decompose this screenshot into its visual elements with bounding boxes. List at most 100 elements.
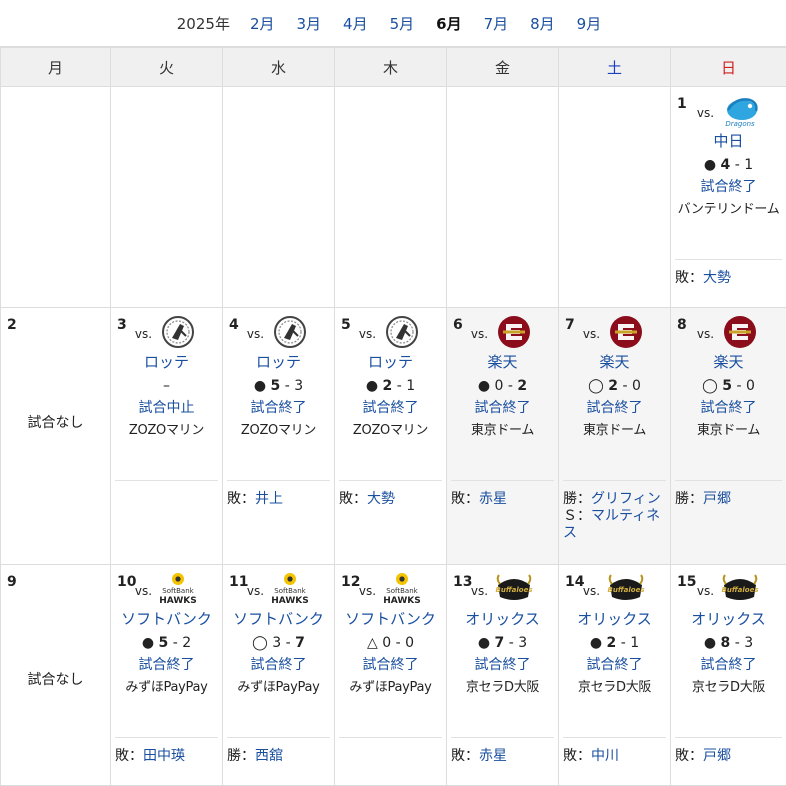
- pitcher-name-link[interactable]: 大勢: [703, 270, 731, 286]
- score-separator: -: [509, 635, 514, 651]
- result-icon: ●: [704, 157, 716, 173]
- opponent-team-link[interactable]: ロッテ: [111, 352, 222, 372]
- pitcher-label: 敗：: [339, 491, 367, 507]
- game-status-link[interactable]: 試合終了: [559, 398, 670, 418]
- day-cell-sat: 14vs. Buffaloes オリックス● 2 - 1試合終了京セラD大阪敗：…: [559, 565, 671, 786]
- game-status-link[interactable]: 試合終了: [671, 655, 786, 675]
- opponent-line: vs. SoftBank HAWKS: [111, 571, 222, 607]
- opponent-team-link[interactable]: オリックス: [671, 609, 786, 629]
- month-link-apr[interactable]: 4月: [343, 13, 368, 34]
- game-info: vs. Buffaloes オリックス● 2 - 1試合終了京セラD大阪: [559, 571, 670, 697]
- game-status-link[interactable]: 試合終了: [223, 655, 334, 675]
- game-status-link[interactable]: 試合終了: [447, 398, 558, 418]
- month-link-mar[interactable]: 3月: [297, 13, 322, 34]
- game-status-link[interactable]: 試合終了: [671, 177, 786, 197]
- pitcher-name-link[interactable]: 大勢: [367, 491, 395, 507]
- score-home: 2: [383, 378, 393, 394]
- no-game-label: 試合なし: [1, 669, 110, 689]
- venue-label: みずほPayPay: [223, 679, 334, 697]
- score-away: 0: [632, 378, 641, 394]
- venue-label: ZOZOマリン: [223, 422, 334, 440]
- score-away: 3: [744, 635, 753, 651]
- day-cell-sun: 15vs. Buffaloes オリックス● 8 - 3試合終了京セラD大阪敗：…: [671, 565, 786, 786]
- venue-label: ZOZOマリン: [335, 422, 446, 440]
- day-cell-mon: 9試合なし: [1, 565, 111, 786]
- month-link-aug[interactable]: 8月: [530, 13, 555, 34]
- day-cell-tue: 3vs. ロッテ–試合中止ZOZOマリン: [111, 308, 223, 565]
- opponent-team-link[interactable]: 楽天: [447, 352, 558, 372]
- score-away: 2: [182, 635, 191, 651]
- svg-text:HAWKS: HAWKS: [159, 596, 196, 606]
- game-status-link[interactable]: 試合終了: [335, 655, 446, 675]
- pitcher-name-link[interactable]: 井上: [255, 491, 283, 507]
- game-info: vs. ロッテ–試合中止ZOZOマリン: [111, 314, 222, 440]
- opponent-team-link[interactable]: 中日: [671, 131, 786, 151]
- result-icon: ◯: [588, 378, 604, 394]
- game-info: vs. ロッテ● 5 - 3試合終了ZOZOマリン: [223, 314, 334, 440]
- game-status-link[interactable]: 試合終了: [111, 655, 222, 675]
- pitcher-line: 敗：赤星: [451, 748, 554, 765]
- score-line: ◯ 5 - 0: [671, 376, 786, 396]
- pitcher-name-link[interactable]: 西舘: [255, 748, 283, 764]
- game-status-link[interactable]: 試合終了: [335, 398, 446, 418]
- game-info: vs. Dragons 中日● 4 - 1試合終了バンテリンドーム: [671, 93, 786, 219]
- opponent-team-link[interactable]: 楽天: [671, 352, 786, 372]
- day-cell-wed: 11vs. SoftBank HAWKS ソフトバンク◯ 3 - 7試合終了みず…: [223, 565, 335, 786]
- pitcher-results: [339, 737, 442, 748]
- pitcher-name-link[interactable]: 田中瑛: [143, 748, 185, 764]
- pitcher-name-link[interactable]: 戸郷: [703, 491, 731, 507]
- game-status-link[interactable]: 試合終了: [559, 655, 670, 675]
- result-icon: ●: [590, 635, 602, 651]
- score-away: 3: [518, 635, 527, 651]
- eagles-logo-icon: [494, 314, 534, 350]
- pitcher-name-link[interactable]: 戸郷: [703, 748, 731, 764]
- opponent-line: vs. Buffaloes: [671, 571, 786, 607]
- game-status-link[interactable]: 試合終了: [671, 398, 786, 418]
- game-info: vs. Buffaloes オリックス● 8 - 3試合終了京セラD大阪: [671, 571, 786, 697]
- pitcher-results: 敗：赤星: [451, 737, 554, 765]
- month-link-may[interactable]: 5月: [390, 13, 415, 34]
- calendar-week-row: 1vs. Dragons 中日● 4 - 1試合終了バンテリンドーム敗：大勢: [1, 87, 786, 308]
- pitcher-line: 敗：大勢: [675, 270, 782, 287]
- pitcher-line: 敗：戸郷: [675, 748, 782, 765]
- day-cell-thu: 5vs. ロッテ● 2 - 1試合終了ZOZOマリン敗：大勢: [335, 308, 447, 565]
- opponent-team-link[interactable]: ソフトバンク: [111, 609, 222, 629]
- month-link-jul[interactable]: 7月: [484, 13, 509, 34]
- venue-label: 京セラD大阪: [671, 679, 786, 697]
- pitcher-name-link[interactable]: グリフィン: [591, 491, 661, 507]
- weekday-thu: 木: [335, 48, 447, 87]
- opponent-line: vs. SoftBank HAWKS: [335, 571, 446, 607]
- day-cell-mon: [1, 87, 111, 308]
- pitcher-label: 敗：: [227, 491, 255, 507]
- svg-text:SoftBank: SoftBank: [274, 587, 306, 595]
- day-cell-wed: [223, 87, 335, 308]
- pitcher-label: 敗：: [675, 270, 703, 286]
- pitcher-results: 勝：戸郷: [675, 480, 782, 508]
- month-link-sep[interactable]: 9月: [577, 13, 602, 34]
- opponent-team-link[interactable]: ソフトバンク: [335, 609, 446, 629]
- pitcher-results: 敗：井上: [227, 480, 330, 508]
- day-cell-wed: 4vs. ロッテ● 5 - 3試合終了ZOZOマリン敗：井上: [223, 308, 335, 565]
- score-line: ◯ 2 - 0: [559, 376, 670, 396]
- eagles-logo-icon: [606, 314, 646, 350]
- score-away: 0: [405, 635, 414, 651]
- game-status-link[interactable]: 試合中止: [111, 398, 222, 418]
- pitcher-name-link[interactable]: 赤星: [479, 491, 507, 507]
- month-link-feb[interactable]: 2月: [250, 13, 275, 34]
- opponent-team-link[interactable]: オリックス: [559, 609, 670, 629]
- vs-label: vs.: [583, 584, 600, 598]
- pitcher-name-link[interactable]: 中川: [591, 748, 619, 764]
- score-home: 0: [495, 378, 504, 394]
- game-status-link[interactable]: 試合終了: [223, 398, 334, 418]
- score-line: ● 5 - 3: [223, 376, 334, 396]
- opponent-team-link[interactable]: ソフトバンク: [223, 609, 334, 629]
- score-separator: -: [397, 378, 402, 394]
- opponent-team-link[interactable]: ロッテ: [335, 352, 446, 372]
- hawks-logo-icon: SoftBank HAWKS: [158, 571, 198, 607]
- pitcher-name-link[interactable]: 赤星: [479, 748, 507, 764]
- opponent-team-link[interactable]: 楽天: [559, 352, 670, 372]
- game-status-link[interactable]: 試合終了: [447, 655, 558, 675]
- opponent-team-link[interactable]: ロッテ: [223, 352, 334, 372]
- score-away: 1: [406, 378, 415, 394]
- opponent-team-link[interactable]: オリックス: [447, 609, 558, 629]
